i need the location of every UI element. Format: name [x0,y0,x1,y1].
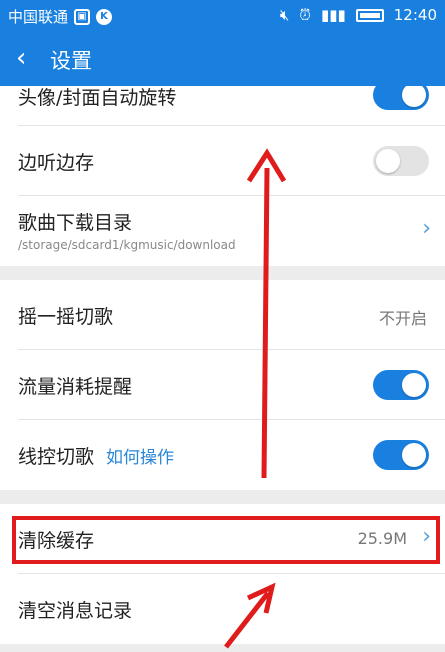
setting-label: 清空消息记录 [18,600,133,622]
kugou-notification-icon: K [96,8,113,25]
traffic-toggle[interactable] [373,370,429,400]
setting-label: 歌曲下载目录 [18,212,133,234]
setting-label: 流量消耗提醒 [18,376,133,398]
battery-icon [355,8,384,22]
setting-clear-messages[interactable]: 清空消息记录 [0,574,445,644]
setting-shake[interactable]: 摇一摇切歌 不开启 [0,280,445,350]
wire-control-label: 线控切歌 [18,446,95,468]
setting-download-dir[interactable]: 歌曲下载目录 /storage/sdcard1/kgmusic/download… [0,196,445,266]
back-arrow-icon[interactable]: ‹ [16,44,26,72]
toggle-knob [402,373,426,397]
avatar-rotate-toggle[interactable] [373,86,429,110]
setting-traffic[interactable]: 流量消耗提醒 [0,350,445,420]
download-path: /storage/sdcard1/kgmusic/download [18,238,236,252]
image-notification-icon: ▣ [74,8,91,25]
alarm-icon: ⏰︎ [299,6,311,24]
setting-wire-control[interactable]: 线控切歌 如何操作 [0,420,445,490]
setting-label: 边听边存 [18,152,95,174]
setting-label: 头像/封面自动旋转 [18,87,177,109]
wire-control-toggle[interactable] [373,440,429,470]
clear-cache-highlight-box [12,516,440,564]
listen-save-toggle[interactable] [373,146,429,176]
mute-icon: 🔇︎ [279,6,290,24]
shake-value: 不开启 [378,309,427,328]
toggle-knob [376,149,400,173]
setting-avatar-rotate[interactable]: 头像/封面自动旋转 [0,86,445,126]
carrier-label: 中国联通 [8,8,69,26]
setting-listen-save[interactable]: 边听边存 [0,126,445,196]
page-title: 设置 [50,49,92,73]
status-bar: 中国联通 ▣ K 🔇︎ ⏰︎ ▮▮▮ 12:40 [0,0,445,32]
toggle-knob [402,86,426,107]
how-to-link[interactable]: 如何操作 [106,448,174,468]
signal-icon: ▮▮▮ [321,6,346,24]
toggle-knob [402,443,426,467]
clock: 12:40 [393,6,437,24]
title-bar: ‹ 设置 [0,32,445,86]
setting-label: 摇一摇切歌 [18,306,114,328]
setting-label: 线控切歌 如何操作 [18,442,174,469]
chevron-right-icon: › [422,216,431,241]
